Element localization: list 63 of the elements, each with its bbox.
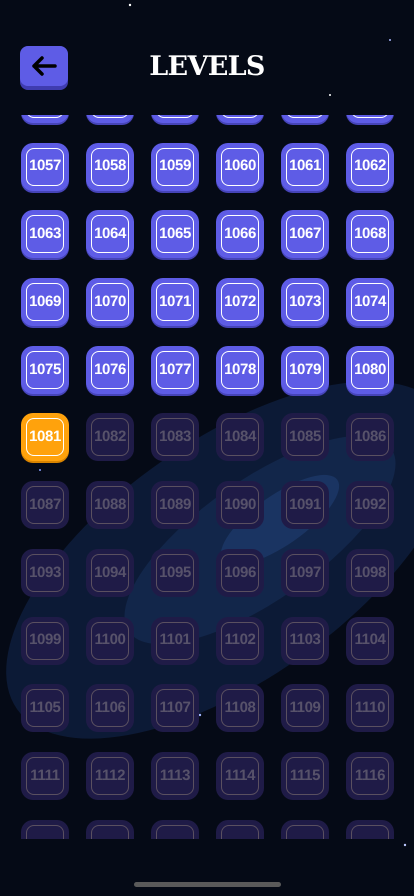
- level-tile[interactable]: 1060: [216, 142, 264, 191]
- level-tile[interactable]: 1069: [21, 278, 69, 326]
- level-tile[interactable]: 1115: [281, 752, 329, 800]
- level-tile[interactable]: 1107: [151, 684, 199, 732]
- level-tile[interactable]: 1102: [216, 616, 264, 664]
- level-tile[interactable]: 1110: [346, 684, 394, 732]
- level-tile[interactable]: 1112: [86, 752, 134, 800]
- level-tile[interactable]: 1097: [281, 548, 329, 597]
- level-tile[interactable]: 1106: [86, 684, 134, 732]
- level-tile[interactable]: 1116: [346, 752, 394, 800]
- level-tile[interactable]: 1096: [216, 548, 264, 597]
- level-tile[interactable]: 1062: [346, 142, 394, 191]
- level-tile[interactable]: 1114: [216, 752, 264, 800]
- level-tile[interactable]: 1064: [86, 210, 134, 258]
- level-tile[interactable]: 1074: [346, 278, 394, 326]
- level-tile[interactable]: 1088: [86, 481, 134, 530]
- level-tile[interactable]: 1087: [21, 481, 69, 530]
- level-tile[interactable]: 1085: [281, 413, 329, 462]
- level-tile[interactable]: 1059: [151, 142, 199, 191]
- level-tile[interactable]: 1080: [346, 346, 394, 394]
- level-tile[interactable]: 1098: [346, 548, 394, 597]
- level-tile[interactable]: 1072: [216, 278, 264, 326]
- level-tile[interactable]: 1111: [21, 752, 69, 800]
- level-tile[interactable]: 1073: [281, 278, 329, 326]
- screen-title: LEVELS: [149, 52, 265, 80]
- level-tile[interactable]: 1089: [151, 481, 199, 530]
- level-tile[interactable]: 1078: [216, 346, 264, 394]
- level-tile[interactable]: 1092: [346, 481, 394, 530]
- level-tile[interactable]: 1091: [281, 481, 329, 530]
- level-tile[interactable]: 1063: [21, 210, 69, 258]
- level-tile[interactable]: 1065: [151, 210, 199, 258]
- level-tile[interactable]: 1057: [21, 142, 69, 191]
- level-tile[interactable]: 1071: [151, 278, 199, 326]
- level-tile[interactable]: 1082: [86, 413, 134, 462]
- level-tile[interactable]: 1079: [281, 346, 329, 394]
- level-tile[interactable]: 1090: [216, 481, 264, 530]
- level-tile[interactable]: 1099: [21, 616, 69, 664]
- level-tile[interactable]: 1086: [346, 413, 394, 462]
- level-tile[interactable]: 1068: [346, 210, 394, 258]
- level-tile[interactable]: 1076: [86, 346, 134, 394]
- level-tile[interactable]: 1109: [281, 684, 329, 732]
- level-tile[interactable]: 1095: [151, 548, 199, 597]
- level-tile[interactable]: 1103: [281, 616, 329, 664]
- level-tile[interactable]: 1113: [151, 752, 199, 800]
- level-tile[interactable]: 1083: [151, 413, 199, 462]
- level-tile[interactable]: 1100: [86, 616, 134, 664]
- back-button[interactable]: [20, 46, 68, 86]
- level-tile[interactable]: 1108: [216, 684, 264, 732]
- level-tile[interactable]: 1104: [346, 616, 394, 664]
- level-tile[interactable]: 1081: [21, 413, 69, 462]
- level-tile[interactable]: 1077: [151, 346, 199, 394]
- level-tile[interactable]: 1075: [21, 346, 69, 394]
- level-tile[interactable]: 1070: [86, 278, 134, 326]
- level-tile[interactable]: 1105: [21, 684, 69, 732]
- level-tile[interactable]: 1061: [281, 142, 329, 191]
- level-tile[interactable]: 1058: [86, 142, 134, 191]
- level-tile[interactable]: 1084: [216, 413, 264, 462]
- level-tile[interactable]: 1101: [151, 616, 199, 664]
- level-tile[interactable]: 1094: [86, 548, 134, 597]
- level-tile[interactable]: 1093: [21, 548, 69, 597]
- level-tile[interactable]: 1066: [216, 210, 264, 258]
- back-arrow-icon: [31, 56, 57, 76]
- level-tile[interactable]: 1067: [281, 210, 329, 258]
